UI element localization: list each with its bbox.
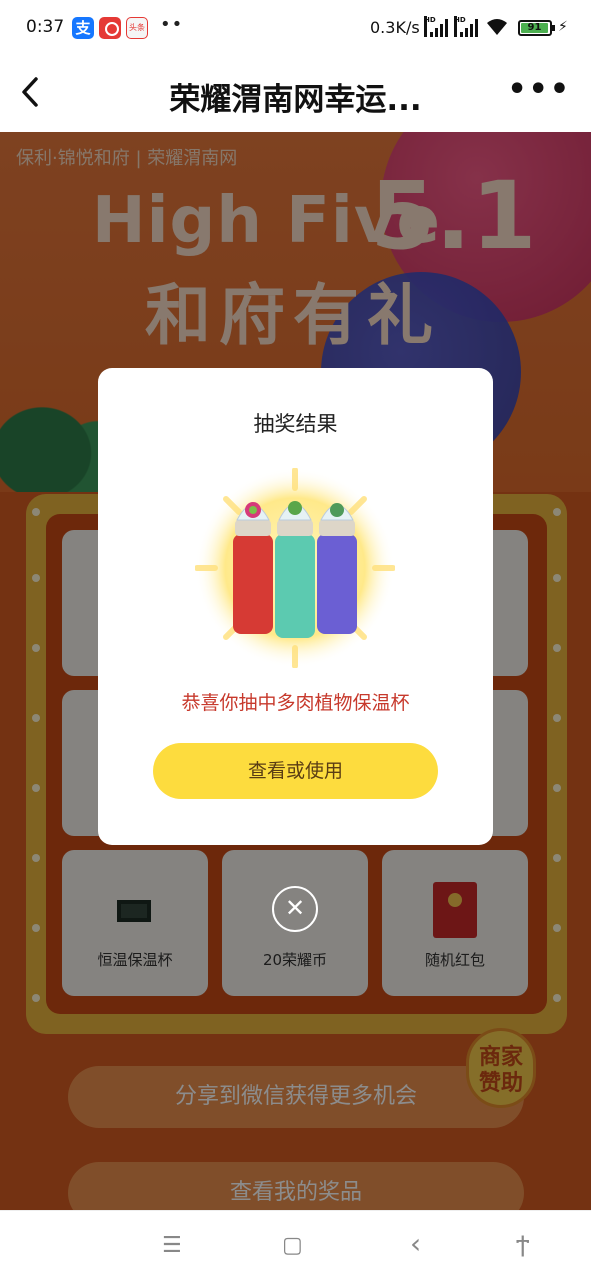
app-icon [99,17,121,39]
home-icon[interactable]: ▢ [282,1233,303,1258]
nav-bar: 荣耀渭南网幸运... ••• [0,56,591,132]
close-icon[interactable]: ✕ [272,886,318,932]
charging-icon: ⚡ [558,19,568,35]
wifi-icon [487,19,507,35]
signal-icon: HD [454,16,478,37]
accessibility-icon[interactable]: Ϯ [516,1233,529,1258]
system-nav-bar: ☰ ▢ ‹ Ϯ [0,1210,591,1280]
battery-level: 91 [521,23,548,33]
back-arrow-icon[interactable] [16,74,46,110]
more-menu-icon[interactable]: ••• [507,75,571,105]
battery-icon: 91 [518,20,555,36]
status-time: 0:37 [26,17,65,37]
alipay-icon: 支 [72,17,94,39]
lottery-result-dialog: 抽奖结果 恭喜你抽中多肉植物保温杯 查看或使用 [98,368,493,845]
signal-icon: HD [424,16,448,37]
congrats-message: 恭喜你抽中多肉植物保温杯 [181,692,410,714]
thermos-cups-icon [195,468,395,668]
back-icon[interactable]: ‹ [410,1227,421,1260]
network-speed: 0.3K/s [370,18,420,37]
toutiao-icon: 头条 [126,17,148,39]
menu-icon[interactable]: ☰ [162,1233,182,1258]
view-or-use-button[interactable]: 查看或使用 [153,743,438,799]
page-title: 荣耀渭南网幸运... [169,82,422,118]
dialog-title: 抽奖结果 [253,412,338,436]
status-bar: 0:37 支 头条 •• 0.3K/s HD HD 91 ⚡ [0,0,591,56]
notification-dots: •• [160,14,184,35]
